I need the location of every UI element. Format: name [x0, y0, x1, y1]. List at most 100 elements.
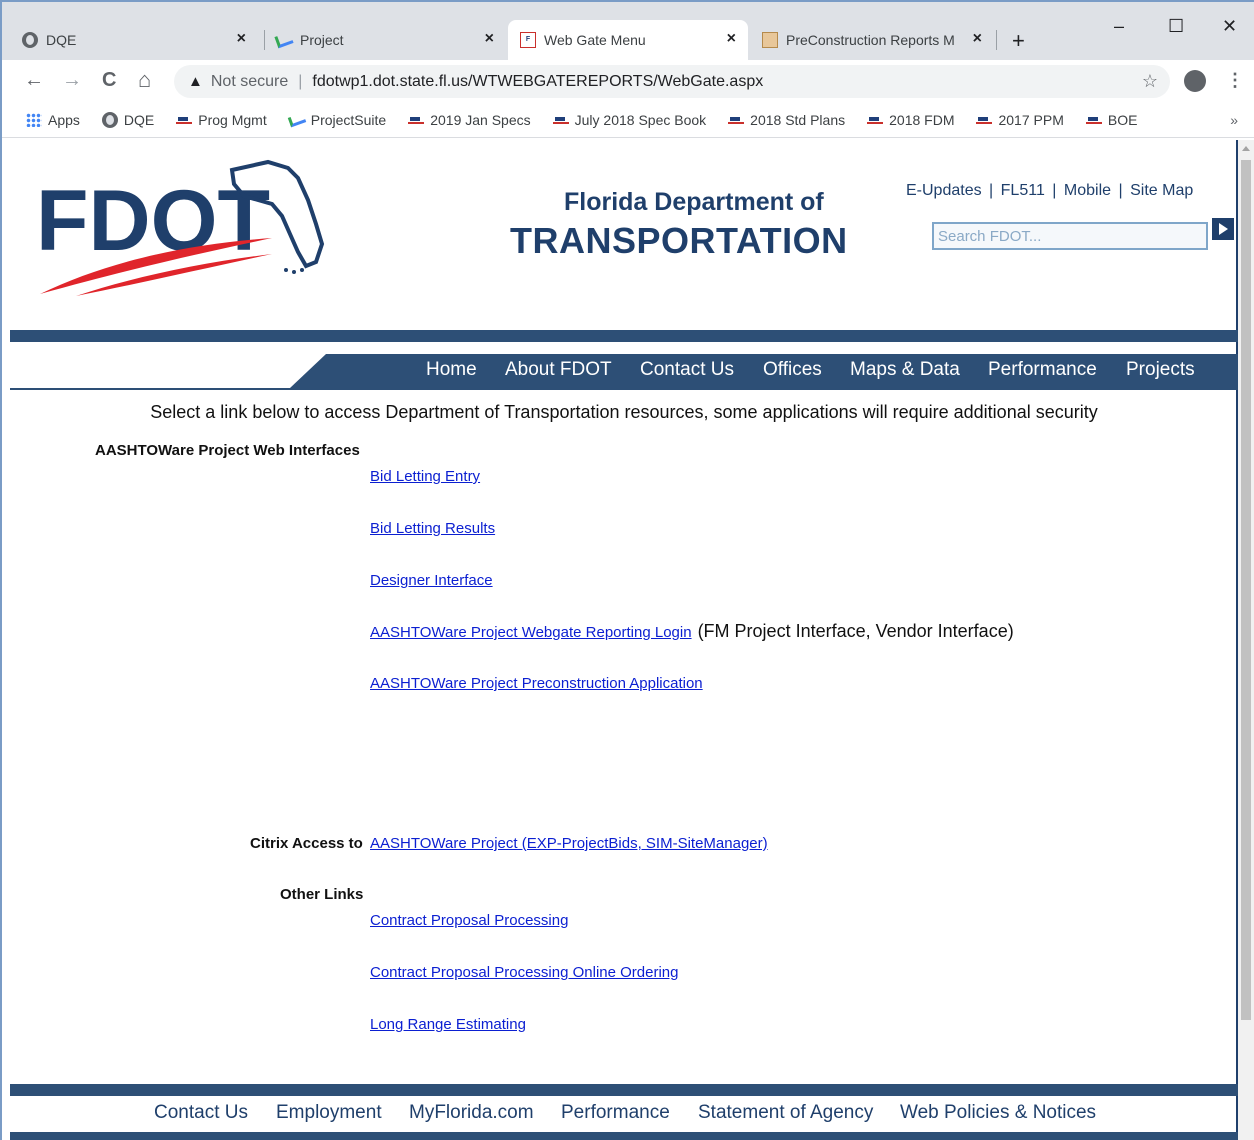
bookmark-2019-jan-specs[interactable]: 2019 Jan Specs [408, 111, 531, 128]
bookmark-2018-std-plans[interactable]: 2018 Std Plans [728, 112, 845, 128]
bookmark-apps[interactable]: Apps [26, 112, 80, 128]
nav-contact-us[interactable]: Contact Us [640, 359, 734, 381]
bookmark-label: 2018 Std Plans [750, 111, 846, 128]
bookmarks-overflow-icon[interactable]: » [1230, 112, 1238, 128]
fl511-link[interactable]: FL511 [1001, 182, 1045, 199]
security-status[interactable]: Not secure [211, 73, 288, 91]
webgate-reporting-login-link[interactable]: AASHTOWare Project Webgate Reporting Log… [370, 624, 692, 641]
other-links-heading: Other Links [280, 886, 364, 903]
nav-projects[interactable]: Projects [1126, 359, 1195, 381]
close-tab-icon[interactable]: × [237, 30, 246, 48]
tab-project[interactable]: Project × [274, 20, 506, 60]
globe-icon [101, 111, 118, 128]
tab-title: DQE [46, 32, 77, 48]
nav-home[interactable]: Home [426, 359, 477, 381]
citrix-aashtoware-link[interactable]: AASHTOWare Project (EXP-ProjectBids, SIM… [370, 835, 768, 852]
footer-web-policies[interactable]: Web Policies & Notices [900, 1102, 1096, 1124]
preconstruction-application-link[interactable]: AASHTOWare Project Preconstruction Appli… [370, 675, 703, 692]
bookmark-2017-ppm[interactable]: 2017 PPM [976, 111, 1064, 128]
tab-preconstruction-reports[interactable]: PreConstruction Reports M × [762, 20, 994, 60]
contract-proposal-processing-link[interactable]: Contract Proposal Processing [370, 912, 568, 929]
separator: | [1118, 182, 1123, 199]
bookmark-dqe[interactable]: DQE [101, 111, 155, 128]
nav-performance[interactable]: Performance [988, 359, 1097, 381]
bookmark-prog-mgmt[interactable]: Prog Mgmt [176, 111, 267, 128]
footer-myflorida[interactable]: MyFlorida.com [409, 1102, 534, 1124]
bookmark-label: July 2018 Spec Book [574, 111, 707, 128]
separator: | [1052, 182, 1057, 199]
tab-dqe[interactable]: DQE × [22, 20, 258, 60]
divider: | [298, 72, 303, 90]
bookmark-july-2018-spec-book[interactable]: July 2018 Spec Book [552, 111, 707, 128]
bid-letting-results-link[interactable]: Bid Letting Results [370, 520, 495, 537]
contract-proposal-online-ordering-link[interactable]: Contract Proposal Processing Online Orde… [370, 964, 678, 981]
tab-separator [996, 30, 997, 50]
address-bar[interactable]: ▲ Not secure | fdotwp1.dot.state.fl.us/W… [174, 65, 1170, 98]
forward-arrow-icon[interactable]: → [62, 70, 82, 90]
bookmarks-bar: Apps DQE Prog Mgmt ProjectSuite 2019 Jan… [2, 102, 1254, 138]
projectsuite-icon [274, 31, 294, 49]
search-go-icon[interactable] [1212, 218, 1234, 240]
footer-bottom-bar [10, 1132, 1238, 1140]
utility-links: E-Updates | FL511 | Mobile | Site Map [906, 182, 1193, 200]
fdot-favicon [408, 114, 425, 125]
bid-letting-entry-link[interactable]: Bid Letting Entry [370, 468, 480, 485]
nav-maps-data[interactable]: Maps & Data [850, 359, 960, 381]
warning-icon[interactable]: ▲ [188, 73, 203, 90]
tab-separator [264, 30, 265, 50]
close-tab-icon[interactable]: × [485, 30, 494, 48]
scroll-up-arrow-icon[interactable] [1242, 146, 1250, 151]
footer-statement-of-agency[interactable]: Statement of Agency [698, 1102, 873, 1124]
site-map-link[interactable]: Site Map [1130, 182, 1193, 199]
search-input[interactable] [932, 222, 1208, 250]
fdot-favicon [176, 114, 193, 125]
footer-performance[interactable]: Performance [561, 1102, 670, 1124]
home-icon[interactable]: ⌂ [138, 69, 151, 91]
bookmark-label: 2017 PPM [998, 111, 1064, 128]
new-tab-button[interactable]: + [1012, 28, 1025, 54]
citrix-label: Citrix Access to [250, 835, 363, 852]
maximize-icon[interactable]: ☐ [1168, 16, 1184, 37]
bookmark-projectsuite[interactable]: ProjectSuite [287, 112, 386, 128]
close-window-icon[interactable]: ✕ [1222, 16, 1237, 37]
fdot-favicon [867, 114, 884, 125]
tab-title: Web Gate Menu [544, 32, 646, 48]
close-tab-icon[interactable]: × [727, 30, 736, 48]
bookmark-label: Apps [48, 111, 80, 128]
url-text[interactable]: fdotwp1.dot.state.fl.us/WTWEBGATEREPORTS… [312, 73, 763, 91]
bookmark-label: 2019 Jan Specs [430, 111, 531, 128]
bookmark-star-icon[interactable]: ☆ [1142, 71, 1158, 92]
vertical-scrollbar[interactable] [1238, 140, 1254, 1140]
report-favicon [762, 32, 778, 48]
fdot-logo[interactable]: FDOT [36, 158, 326, 298]
bookmark-boe[interactable]: BOE [1085, 111, 1138, 128]
web-page: FDOT Florida Department of TRANSPORTATIO… [10, 140, 1238, 1140]
nav-underline [10, 388, 1238, 390]
separator: | [989, 182, 994, 199]
scrollbar-thumb[interactable] [1241, 160, 1251, 1020]
footer-contact-us[interactable]: Contact Us [154, 1102, 248, 1124]
nav-offices[interactable]: Offices [763, 359, 822, 381]
profile-avatar-icon[interactable] [1184, 70, 1206, 92]
menu-icon[interactable]: ⋮ [1226, 70, 1244, 91]
bookmark-label: BOE [1107, 111, 1138, 128]
bookmark-label: DQE [123, 111, 155, 128]
reload-icon[interactable]: C [102, 70, 116, 90]
footer-links: Contact Us Employment MyFlorida.com Perf… [10, 1100, 1238, 1132]
globe-icon [22, 32, 38, 48]
e-updates-link[interactable]: E-Updates [906, 182, 982, 199]
footer-employment[interactable]: Employment [276, 1102, 382, 1124]
tab-title: PreConstruction Reports M [786, 32, 955, 48]
intro-text: Select a link below to access Department… [150, 402, 1098, 422]
minimize-icon[interactable]: – [1114, 16, 1124, 37]
back-arrow-icon[interactable]: ← [24, 70, 44, 90]
long-range-estimating-link[interactable]: Long Range Estimating [370, 1016, 526, 1033]
header-divider-bar [10, 330, 1238, 342]
bookmark-label: Prog Mgmt [198, 111, 267, 128]
tab-web-gate-menu[interactable]: F Web Gate Menu × [508, 20, 748, 60]
designer-interface-link[interactable]: Designer Interface [370, 572, 493, 589]
mobile-link[interactable]: Mobile [1064, 182, 1111, 199]
close-tab-icon[interactable]: × [973, 30, 982, 48]
nav-about-fdot[interactable]: About FDOT [505, 359, 612, 381]
bookmark-2018-fdm[interactable]: 2018 FDM [867, 112, 954, 128]
